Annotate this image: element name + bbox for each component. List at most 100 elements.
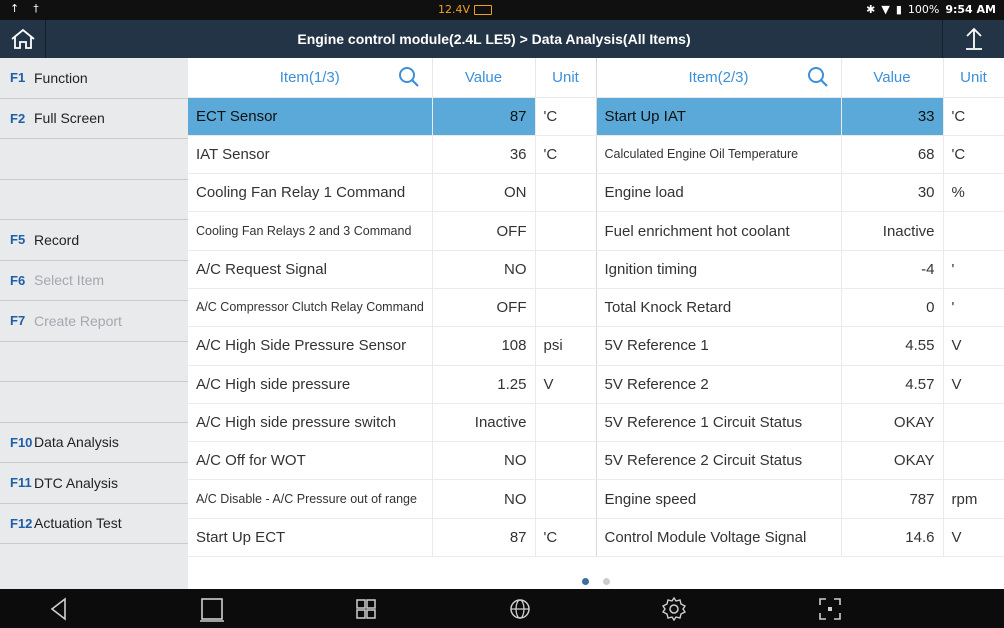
home-nav-icon[interactable] <box>199 596 225 622</box>
table-row[interactable]: A/C Request Signal NO Ignition timing -4 ' <box>188 250 1004 289</box>
page-indicator[interactable] <box>188 570 1004 589</box>
navigation-bar <box>0 589 1004 628</box>
battery-icon: ▮ <box>895 3 902 16</box>
table-row[interactable]: Start Up ECT 87 'C Control Module Voltage S… <box>188 518 1004 558</box>
function-key-empty <box>0 382 188 423</box>
unit-cell: 'C <box>943 97 1004 136</box>
item-name-cell[interactable]: A/C High Side Pressure Sensor <box>188 326 433 366</box>
back-icon[interactable] <box>46 596 72 622</box>
function-key-f10[interactable]: F10 Data Analysis <box>0 423 188 463</box>
item-name-cell[interactable]: IAT Sensor <box>188 135 433 175</box>
function-key-code: F11 <box>10 475 32 491</box>
export-button[interactable] <box>942 20 1004 58</box>
function-key-f2[interactable]: F2 Full Screen <box>0 99 188 139</box>
status-bar: ↑ † 12.4V ✱ ▼ ▮ 100% 9:54 AM <box>0 0 1004 20</box>
unit-cell: 'C <box>535 135 597 175</box>
value-cell: 36 <box>432 135 536 175</box>
item-name-cell[interactable]: Calculated Engine Oil Temperature <box>596 135 842 175</box>
unit-cell <box>535 441 597 481</box>
function-key-f11[interactable]: F11 DTC Analysis <box>0 463 188 504</box>
upload-arrow-icon <box>965 27 982 50</box>
value-cell: 787 <box>841 479 944 519</box>
title-bar: Engine control module(2.4L LE5) > Data A… <box>0 20 1004 58</box>
item-name-cell[interactable]: A/C Compressor Clutch Relay Command <box>188 288 433 328</box>
home-button[interactable] <box>0 20 46 58</box>
item-name-cell[interactable]: Cooling Fan Relays 2 and 3 Command <box>188 211 433 251</box>
table-row[interactable]: Cooling Fan Relay 1 Command ON Engine load… <box>188 173 1004 213</box>
unit-cell <box>535 403 597 443</box>
item-name-cell[interactable]: 5V Reference 2 Circuit Status <box>596 441 842 481</box>
item-name-cell[interactable]: Total Knock Retard <box>596 288 842 328</box>
unit-cell: psi <box>535 326 597 366</box>
column-header-item-1[interactable]: Item(1/3) <box>188 58 433 98</box>
item-name-cell[interactable]: Start Up ECT <box>188 518 433 558</box>
unit-cell <box>943 403 1004 443</box>
function-key-code: F10 <box>10 434 33 450</box>
unit-cell: 'C <box>535 97 597 136</box>
usb-icon: † <box>33 2 39 15</box>
item-name-cell[interactable]: A/C Disable - A/C Pressure out of range <box>188 479 433 519</box>
item-name-cell[interactable]: 5V Reference 1 <box>596 326 842 366</box>
bluetooth-icon: ✱ <box>866 3 876 16</box>
function-key-label: Create Report <box>34 312 122 329</box>
function-key-code: F12 <box>10 515 33 531</box>
screenshot-icon[interactable] <box>817 596 843 622</box>
column-header-item-2[interactable]: Item(2/3) <box>596 58 842 98</box>
value-cell: 30 <box>841 173 944 213</box>
item-name-cell[interactable]: A/C High side pressure <box>188 365 433 404</box>
function-key-empty <box>0 180 188 220</box>
page-dot[interactable] <box>602 578 610 585</box>
value-cell: OFF <box>432 211 536 251</box>
table-row[interactable]: A/C High side pressure switch Inactive 5V … <box>188 403 1004 443</box>
function-key-f6: F6 Select Item <box>0 261 188 301</box>
globe-icon[interactable] <box>507 596 533 622</box>
item-name-cell[interactable]: Start Up IAT <box>596 97 842 136</box>
table-row[interactable]: A/C High Side Pressure Sensor 108 psi 5V Re… <box>188 326 1004 366</box>
unit-cell: ' <box>943 288 1004 328</box>
search-icon[interactable] <box>398 66 420 88</box>
table-row[interactable]: A/C High side pressure 1.25 V 5V Reference … <box>188 365 1004 404</box>
item-name-cell[interactable]: A/C Off for WOT <box>188 441 433 481</box>
app-root: ↑ † 12.4V ✱ ▼ ▮ 100% 9:54 AM Engine cont… <box>0 0 1004 628</box>
unit-cell: % <box>943 173 1004 213</box>
function-key-code: F2 <box>10 110 26 126</box>
function-key-f7: F7 Create Report <box>0 301 188 342</box>
table-row[interactable]: ECT Sensor 87 'C Start Up IAT 33 'C <box>188 97 1004 136</box>
gear-icon[interactable] <box>661 596 687 622</box>
function-key-code: F7 <box>10 313 26 329</box>
function-key-f1[interactable]: F1 Function <box>0 58 188 99</box>
value-cell: 68 <box>841 135 944 175</box>
unit-cell: rpm <box>943 479 1004 519</box>
table-row[interactable]: Cooling Fan Relays 2 and 3 Command OFF Fue… <box>188 211 1004 251</box>
item-name-cell[interactable]: 5V Reference 1 Circuit Status <box>596 403 842 443</box>
item-name-cell[interactable]: A/C Request Signal <box>188 250 433 289</box>
value-cell: NO <box>432 250 536 289</box>
value-cell: 33 <box>841 97 944 136</box>
table-row[interactable]: A/C Disable - A/C Pressure out of range N… <box>188 479 1004 519</box>
item-name-cell[interactable]: Cooling Fan Relay 1 Command <box>188 173 433 213</box>
value-cell: -4 <box>841 250 944 289</box>
table-row[interactable]: A/C Off for WOT NO 5V Reference 2 Circuit … <box>188 441 1004 481</box>
page-dot-active[interactable] <box>582 578 590 585</box>
search-icon[interactable] <box>807 66 829 88</box>
item-name-cell[interactable]: Engine speed <box>596 479 842 519</box>
page-title: Engine control module(2.4L LE5) > Data A… <box>297 31 691 47</box>
function-key-f5[interactable]: F5 Record <box>0 220 188 261</box>
value-cell: 87 <box>432 518 536 558</box>
item-name-cell[interactable]: 5V Reference 2 <box>596 365 842 404</box>
value-cell: OKAY <box>841 441 944 481</box>
function-key-code: F6 <box>10 272 26 288</box>
function-key-f12[interactable]: F12 Actuation Test <box>0 504 188 544</box>
recent-apps-icon[interactable] <box>353 596 379 622</box>
item-name-cell[interactable]: Ignition timing <box>596 250 842 289</box>
item-name-cell[interactable]: Engine load <box>596 173 842 213</box>
function-key-label: Select Item <box>34 272 105 289</box>
value-cell: OFF <box>432 288 536 328</box>
table-row[interactable]: IAT Sensor 36 'C Calculated Engine Oil Temp… <box>188 135 1004 175</box>
item-name-cell[interactable]: Control Module Voltage Signal <box>596 518 842 558</box>
item-name-cell[interactable]: Fuel enrichment hot coolant <box>596 211 842 251</box>
table-row[interactable]: A/C Compressor Clutch Relay Command OFF To… <box>188 288 1004 328</box>
item-name-cell[interactable]: A/C High side pressure switch <box>188 403 433 443</box>
item-name-cell[interactable]: ECT Sensor <box>188 97 433 136</box>
unit-cell <box>943 441 1004 481</box>
